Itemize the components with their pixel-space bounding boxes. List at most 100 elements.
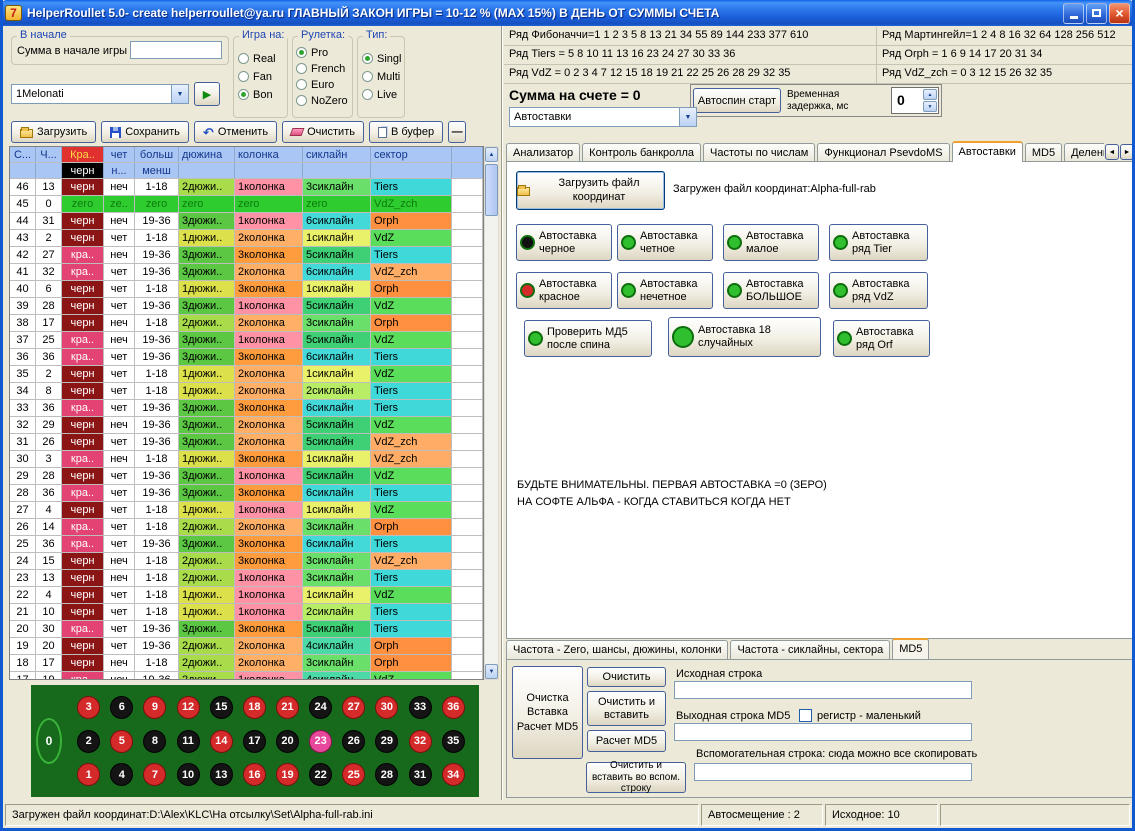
radio-bon[interactable]: Bon [238,87,283,102]
autobet-vdz-button[interactable]: Автоставка ряд VdZ [829,272,928,309]
board-number-14[interactable]: 14 [210,730,233,753]
table-row[interactable]: 2928чернчет19-363дюжи..1колонка5сиклайнV… [10,468,483,485]
autobet-even-button[interactable]: Автоставка четное [617,224,713,261]
table-row[interactable]: 2415черннеч1-182дюжи..3колонка3сиклайнVd… [10,553,483,570]
board-number-19[interactable]: 19 [276,763,299,786]
table-row[interactable]: 432чернчет1-181дюжи..2колонка1сиклайнVdZ [10,230,483,247]
board-number-16[interactable]: 16 [243,763,266,786]
radio-multi[interactable]: Multi [362,69,400,84]
table-row[interactable]: 4227кра..неч19-363дюжи..3колонка5сиклайн… [10,247,483,264]
table-row[interactable]: 3229черннеч19-363дюжи..2колонка5сиклайнV… [10,417,483,434]
board-number-17[interactable]: 17 [243,730,266,753]
tab-md5[interactable]: MD5 [1025,143,1062,162]
board-number-15[interactable]: 15 [210,696,233,719]
tab-psevdoms[interactable]: Функционал PsevdoMS [817,143,949,162]
tab-division[interactable]: Делени [1064,143,1104,162]
radio-french[interactable]: French [296,61,349,76]
tab-freq-sectors[interactable]: Частота - сиклайны, сектора [730,640,890,659]
scroll-up-icon[interactable]: ▲ [485,147,498,162]
table-scrollbar[interactable]: ▲ ▼ [484,146,499,680]
maximize-button[interactable] [1086,3,1107,24]
board-number-22[interactable]: 22 [309,763,332,786]
table-row[interactable]: 352чернчет1-181дюжи..2колонка1сиклайнVdZ [10,366,483,383]
board-number-10[interactable]: 10 [177,763,200,786]
tab-analyzer[interactable]: Анализатор [506,143,580,162]
autobet-18-random-button[interactable]: Автоставка 18 случайных [668,317,821,357]
table-row[interactable]: 2536кра..чет19-363дюжи..3колонка6сиклайн… [10,536,483,553]
scrollbar-thumb[interactable] [485,164,498,216]
autobet-small-button[interactable]: Автоставка малое [723,224,819,261]
board-number-13[interactable]: 13 [210,763,233,786]
board-number-1[interactable]: 1 [77,763,100,786]
board-number-32[interactable]: 32 [409,730,432,753]
chevron-down-icon[interactable]: ▼ [171,85,188,103]
table-row[interactable]: 4431черннеч19-363дюжи..1колонка6сиклайнO… [10,213,483,230]
table-row[interactable]: 2614кра..чет1-182дюжи..2колонка3сиклайнO… [10,519,483,536]
board-number-18[interactable]: 18 [243,696,266,719]
check-md5-button[interactable]: Проверить МД5 после спина [524,320,652,357]
board-number-3[interactable]: 3 [77,696,100,719]
tab-freq-chances[interactable]: Частота - Zero, шансы, дюжины, колонки [506,640,728,659]
board-number-34[interactable]: 34 [442,763,465,786]
md5-clear-and-paste-button[interactable]: Очистить и вставить [587,691,666,726]
board-number-7[interactable]: 7 [143,763,166,786]
table-row[interactable]: 1817черннеч1-182дюжи..2колонка3сиклайнOr… [10,655,483,672]
table-row[interactable]: 2313черннеч1-182дюжи..1колонка3сиклайнTi… [10,570,483,587]
spinner-up-icon[interactable]: ▲ [923,89,937,100]
spinner-down-icon[interactable]: ▼ [923,101,937,112]
table-row[interactable]: 4613черннеч1-182дюжи..1колонка3сиклайнTi… [10,179,483,196]
minimize-button[interactable] [1063,3,1084,24]
md5-aux-input[interactable] [694,763,972,781]
table-row[interactable]: 450zeroze..zerozerozerozeroVdZ_zch [10,196,483,213]
board-number-21[interactable]: 21 [276,696,299,719]
md5-clear-paste-aux-button[interactable]: Очистить и вставить во вспом. строку [586,762,686,793]
autobet-red-button[interactable]: Автоставка красное [516,272,612,309]
load-coords-button[interactable]: Загрузить файл координат [516,171,665,210]
md5-source-input[interactable] [674,681,972,699]
table-row[interactable]: 4132кра..чет19-363дюжи..2колонка6сиклайн… [10,264,483,281]
table-row[interactable]: 3126чернчет19-363дюжи..2колонка5сиклайнV… [10,434,483,451]
chevron-down-icon[interactable]: ▼ [679,108,696,126]
board-number-4[interactable]: 4 [110,763,133,786]
table-row[interactable]: 2030кра..чет19-363дюжи..3колонка5сиклайн… [10,621,483,638]
board-number-2[interactable]: 2 [77,730,100,753]
autobet-black-button[interactable]: Автоставка черное [516,224,612,261]
radio-fan[interactable]: Fan [238,69,283,84]
board-number-28[interactable]: 28 [375,763,398,786]
radio-pro[interactable]: Pro [296,45,349,60]
autobets-combobox[interactable]: Автоставки ▼ [509,107,697,127]
collapse-button[interactable]: — [448,121,466,143]
table-row[interactable]: 274чернчет1-181дюжи..1колонка1сиклайнVdZ [10,502,483,519]
board-number-20[interactable]: 20 [276,730,299,753]
table-row[interactable]: 406чернчет1-181дюжи..3колонка1сиклайнOrp… [10,281,483,298]
radio-euro[interactable]: Euro [296,77,349,92]
board-number-11[interactable]: 11 [177,730,200,753]
tab-bankroll[interactable]: Контроль банкролла [582,143,701,162]
profile-combobox[interactable]: 1Melonati ▼ [11,84,189,104]
board-number-31[interactable]: 31 [409,763,432,786]
save-button[interactable]: Сохранить [101,121,189,143]
board-number-6[interactable]: 6 [110,696,133,719]
tabs-scroll-left-icon[interactable]: ◄ [1105,144,1119,160]
play-button[interactable]: ▶ [194,82,220,106]
table-row[interactable]: 348чернчет1-181дюжи..2колонка2сиклайнTie… [10,383,483,400]
autobet-tier-button[interactable]: Автоставка ряд Tier [829,224,928,261]
tab-autobets[interactable]: Автоставки [952,141,1023,162]
table-row[interactable]: 2110чернчет1-181дюжи..1колонка2сиклайнTi… [10,604,483,621]
board-number-23[interactable]: 23 [309,730,332,753]
table-row[interactable]: 2836кра..чет19-363дюжи..3колонка6сиклайн… [10,485,483,502]
tab-md5-bottom[interactable]: MD5 [892,638,929,659]
board-number-12[interactable]: 12 [177,696,200,719]
board-number-36[interactable]: 36 [442,696,465,719]
radio-live[interactable]: Live [362,87,400,102]
tab-frequencies[interactable]: Частоты по числам [703,143,815,162]
md5-clear-paste-calc-button[interactable]: Очистка Вставка Расчет MD5 [512,666,583,759]
board-number-27[interactable]: 27 [342,696,365,719]
delay-spinner[interactable]: 0 ▲ ▼ [891,87,939,114]
table-row[interactable]: 3817черннеч1-182дюжи..2колонка3сиклайнOr… [10,315,483,332]
undo-button[interactable]: ↶Отменить [194,121,277,143]
table-row[interactable]: 3725кра..неч19-363дюжи..1колонка5сиклайн… [10,332,483,349]
board-number-5[interactable]: 5 [110,730,133,753]
radio-singl[interactable]: Singl [362,51,400,66]
table-row[interactable]: 3636кра..чет19-363дюжи..3колонка6сиклайн… [10,349,483,366]
